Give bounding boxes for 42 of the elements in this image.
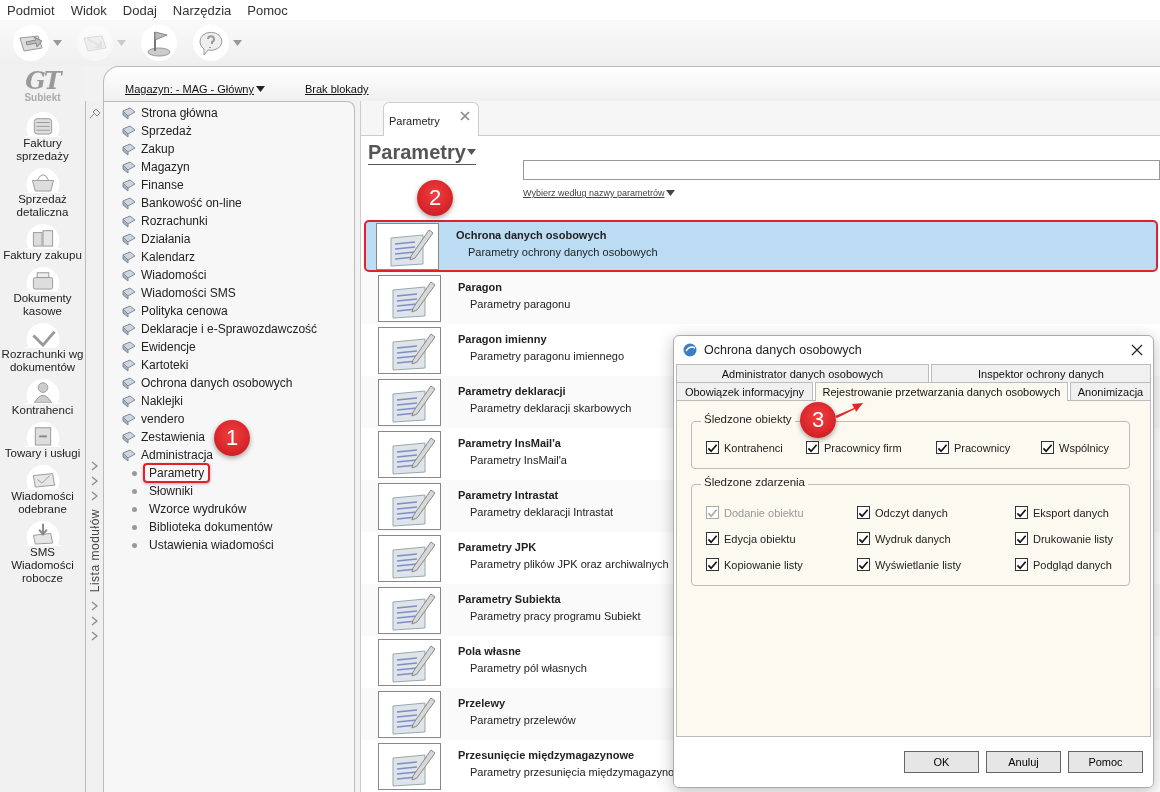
row-title: Paragon bbox=[458, 281, 503, 293]
checkbox-label: Pracownicy firm bbox=[824, 441, 902, 454]
logo-name: Subiekt bbox=[24, 92, 61, 103]
row-description: Parametry paragonu bbox=[469, 298, 571, 310]
checkbox-label: Dodanie obiektu bbox=[724, 506, 804, 519]
tab-label: Parametry bbox=[389, 115, 440, 127]
checkbox-label: Kopiowanie listy bbox=[724, 558, 803, 571]
row-description: Parametry deklaracji Intrastat bbox=[469, 506, 614, 518]
row-description: Parametry plików JPK oraz archiwalnych bbox=[469, 558, 669, 570]
row-description: Parametry paragonu imiennego bbox=[469, 350, 625, 362]
checkbox-label: Eksport danych bbox=[1033, 506, 1109, 519]
row-title: Paragon imienny bbox=[458, 333, 548, 345]
row-description: Parametry deklaracji skarbowych bbox=[469, 402, 632, 414]
group-title: Śledzone zdarzenia bbox=[701, 476, 808, 488]
row-title: Parametry deklaracji bbox=[458, 385, 567, 397]
row-description: Parametry pracy programu Subiekt bbox=[469, 610, 641, 622]
row-title: Pola własne bbox=[458, 645, 522, 657]
row-title: Przesunięcie międzymagazynowe bbox=[458, 749, 636, 761]
checkbox-label: Odczyt danych bbox=[875, 506, 948, 519]
row-title: Parametry InsMail'a bbox=[458, 437, 562, 449]
checkbox-label: Edycja obiektu bbox=[724, 532, 796, 545]
row-title: Ochrona danych osobowych bbox=[456, 229, 608, 241]
dialog-title: Ochrona danych osobowych bbox=[704, 343, 863, 357]
checkbox-label: Drukowanie listy bbox=[1033, 532, 1114, 545]
strip-title: Lista modułów bbox=[87, 509, 102, 593]
logo-mark: GT bbox=[25, 70, 60, 92]
checkbox-label: Pracownicy bbox=[954, 441, 1011, 454]
group-title: Śledzone obiekty bbox=[701, 413, 795, 425]
row-title: Parametry JPK bbox=[458, 541, 538, 553]
checkbox-label: Wspólnicy bbox=[1059, 441, 1110, 454]
checkbox-label: Wyświetlanie listy bbox=[875, 558, 962, 571]
row-description: Parametry przesunięcia międzymagazyno bbox=[469, 766, 675, 778]
row-description: Parametry przelewów bbox=[469, 714, 576, 726]
row-title: Przelewy bbox=[458, 697, 507, 709]
checkbox-label: Kontrahenci bbox=[724, 441, 783, 454]
checkbox-label: Wydruk danych bbox=[875, 532, 951, 545]
row-title: Parametry Subiekta bbox=[458, 593, 562, 605]
row-description: Parametry ochrony danych osobowych bbox=[467, 246, 658, 258]
checkbox-label: Podgląd danych bbox=[1033, 558, 1112, 571]
row-description: Parametry InsMail'a bbox=[469, 454, 567, 466]
row-description: Parametry pól własnych bbox=[469, 662, 587, 674]
row-title: Parametry Intrastat bbox=[458, 489, 560, 501]
